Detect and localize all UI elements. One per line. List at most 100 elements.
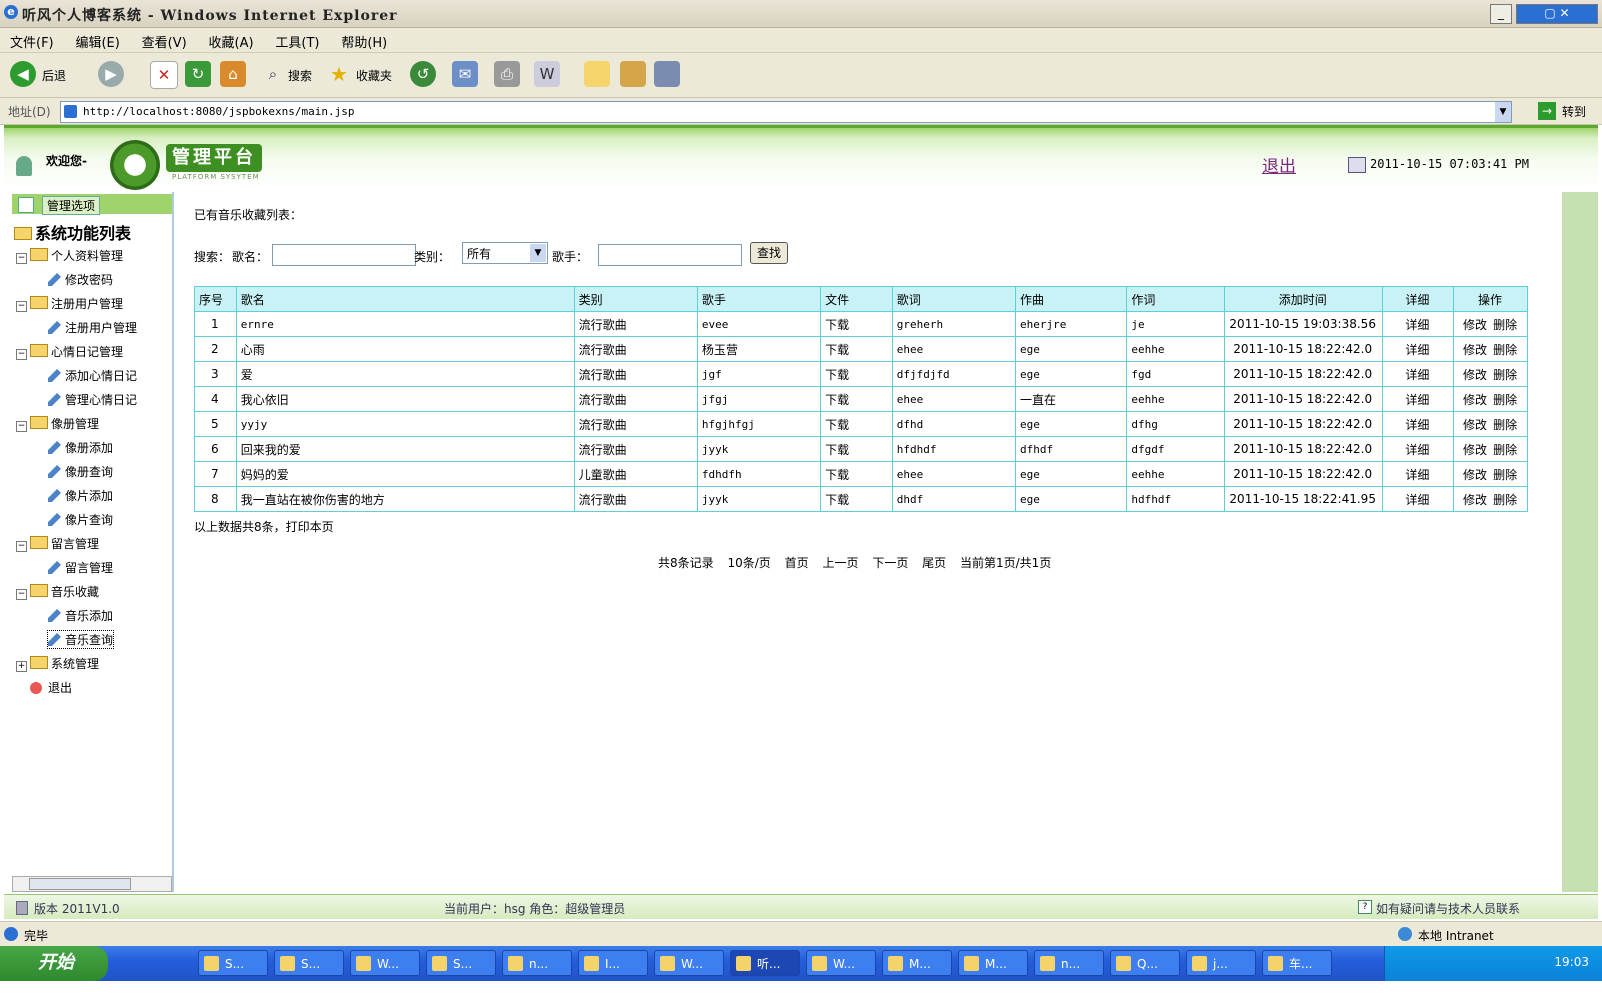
- cell-file[interactable]: 下载: [820, 336, 893, 362]
- sidebar-item-message-manage[interactable]: 留言管理: [48, 559, 113, 576]
- taskbar-task-button[interactable]: M...: [882, 950, 952, 976]
- delete-link[interactable]: 删除: [1493, 368, 1517, 382]
- pager-first[interactable]: 首页: [785, 556, 809, 570]
- menu-favorites[interactable]: 收藏(A): [209, 32, 254, 51]
- favorites-label[interactable]: 收藏夹: [356, 67, 392, 84]
- song-name-input[interactable]: [272, 244, 416, 266]
- menu-edit[interactable]: 编辑(E): [75, 32, 119, 51]
- taskbar-task-button[interactable]: M...: [958, 950, 1028, 976]
- sidebar-item-users[interactable]: − 注册用户管理: [16, 295, 123, 312]
- singer-input[interactable]: [598, 244, 742, 266]
- menu-help[interactable]: 帮助(H): [341, 32, 387, 51]
- delete-link[interactable]: 删除: [1493, 468, 1517, 482]
- cell-file[interactable]: 下载: [820, 486, 893, 512]
- sidebar-item-system[interactable]: + 系统管理: [16, 655, 99, 672]
- cell-file[interactable]: 下载: [820, 461, 893, 487]
- edit-link[interactable]: 修改: [1463, 493, 1487, 507]
- scrollbar-thumb[interactable]: [29, 878, 131, 890]
- refresh-icon[interactable]: ↻: [185, 61, 211, 87]
- pager-prev[interactable]: 上一页: [822, 556, 858, 570]
- address-input[interactable]: http://localhost:8080/jspbokexns/main.js…: [60, 101, 1512, 123]
- back-label[interactable]: 后退: [42, 67, 66, 84]
- sidebar-item-photo-query[interactable]: 像片查询: [48, 511, 113, 528]
- delete-link[interactable]: 删除: [1493, 393, 1517, 407]
- search-button[interactable]: 查找: [750, 242, 788, 264]
- cell-file[interactable]: 下载: [820, 411, 893, 437]
- taskbar-task-button[interactable]: 听...: [730, 950, 800, 976]
- search-label[interactable]: 搜索: [288, 67, 312, 84]
- collapse-icon[interactable]: −: [16, 301, 27, 312]
- taskbar-task-button[interactable]: n...: [502, 950, 572, 976]
- taskbar-task-button[interactable]: S...: [198, 950, 268, 976]
- taskbar-task-button[interactable]: S...: [426, 950, 496, 976]
- logout-link[interactable]: 退出: [1262, 152, 1296, 177]
- mail-icon[interactable]: ✉: [452, 61, 478, 87]
- delete-link[interactable]: 删除: [1493, 418, 1517, 432]
- taskbar-task-button[interactable]: Q...: [1110, 950, 1180, 976]
- taskbar-task-button[interactable]: I...: [578, 950, 648, 976]
- search-icon[interactable]: ⌕: [260, 61, 286, 87]
- cell-detail[interactable]: 详细: [1381, 336, 1455, 362]
- cell-detail[interactable]: 详细: [1381, 486, 1455, 512]
- taskbar-task-button[interactable]: W...: [654, 950, 724, 976]
- favorites-star-icon[interactable]: ★: [326, 61, 352, 87]
- sidebar-item-add-diary[interactable]: 添加心情日记: [48, 367, 137, 384]
- edit-link[interactable]: 修改: [1463, 343, 1487, 357]
- collapse-icon[interactable]: −: [16, 421, 27, 432]
- cell-detail[interactable]: 详细: [1381, 436, 1455, 462]
- sidebar-item-music[interactable]: − 音乐收藏: [16, 583, 99, 600]
- cell-detail[interactable]: 详细: [1381, 386, 1455, 412]
- taskbar-task-button[interactable]: W...: [350, 950, 420, 976]
- pager-last[interactable]: 尾页: [922, 556, 946, 570]
- cell-file[interactable]: 下载: [820, 361, 893, 387]
- category-select[interactable]: 所有 ▼: [462, 242, 548, 264]
- sidebar-item-music-query[interactable]: 音乐查询: [46, 630, 115, 649]
- delete-link[interactable]: 删除: [1493, 318, 1517, 332]
- go-button[interactable]: 转到: [1562, 103, 1586, 120]
- sidebar-item-messages[interactable]: − 留言管理: [16, 535, 99, 552]
- cell-detail[interactable]: 详细: [1381, 311, 1455, 337]
- collapse-icon[interactable]: −: [16, 541, 27, 552]
- sidebar-item-diary[interactable]: − 心情日记管理: [16, 343, 123, 360]
- sidebar-item-photo-add[interactable]: 像片添加: [48, 487, 113, 504]
- sidebar-header-label[interactable]: 管理选项: [42, 196, 101, 215]
- taskbar-task-button[interactable]: n...: [1034, 950, 1104, 976]
- edit-link[interactable]: 修改: [1463, 393, 1487, 407]
- pager-next[interactable]: 下一页: [872, 556, 908, 570]
- messenger-icon[interactable]: [654, 61, 680, 87]
- window-controls[interactable]: ▢ ✕: [1516, 4, 1598, 24]
- forward-arrow-icon[interactable]: ▶: [98, 61, 124, 87]
- sidebar-item-album[interactable]: − 像册管理: [16, 415, 99, 432]
- sidebar-item-album-query[interactable]: 像册查询: [48, 463, 113, 480]
- home-icon[interactable]: ⌂: [220, 61, 246, 87]
- sidebar-item-music-add[interactable]: 音乐添加: [48, 607, 113, 624]
- cell-file[interactable]: 下载: [820, 311, 893, 337]
- back-arrow-icon[interactable]: ◀: [10, 61, 36, 87]
- sidebar-item-album-add[interactable]: 像册添加: [48, 439, 113, 456]
- collapse-icon[interactable]: −: [16, 253, 27, 264]
- collapse-icon[interactable]: −: [16, 589, 27, 600]
- taskbar-task-button[interactable]: 车...: [1262, 950, 1332, 976]
- delete-link[interactable]: 删除: [1493, 493, 1517, 507]
- delete-link[interactable]: 删除: [1493, 443, 1517, 457]
- expand-icon[interactable]: +: [16, 661, 27, 672]
- delete-link[interactable]: 删除: [1493, 343, 1517, 357]
- sidebar-horizontal-scrollbar[interactable]: [12, 876, 172, 892]
- menu-tools[interactable]: 工具(T): [275, 32, 319, 51]
- stop-icon[interactable]: ✕: [150, 61, 178, 89]
- print-icon[interactable]: ⎙: [494, 61, 520, 87]
- sidebar-item-exit[interactable]: 退出: [30, 679, 72, 696]
- research-icon[interactable]: [620, 61, 646, 87]
- taskbar-task-button[interactable]: j...: [1186, 950, 1256, 976]
- edit-link[interactable]: 修改: [1463, 443, 1487, 457]
- address-dropdown-icon[interactable]: ▼: [1495, 102, 1511, 122]
- edit-link[interactable]: 修改: [1463, 318, 1487, 332]
- sidebar-item-user-manage[interactable]: 注册用户管理: [48, 319, 137, 336]
- edit-link[interactable]: 修改: [1463, 368, 1487, 382]
- edit-page-icon[interactable]: W: [534, 61, 560, 87]
- taskbar-task-button[interactable]: W...: [806, 950, 876, 976]
- sidebar-item-change-password[interactable]: 修改密码: [48, 271, 113, 288]
- cell-detail[interactable]: 详细: [1381, 361, 1455, 387]
- history-icon[interactable]: ↺: [410, 61, 436, 87]
- cell-detail[interactable]: 详细: [1381, 411, 1455, 437]
